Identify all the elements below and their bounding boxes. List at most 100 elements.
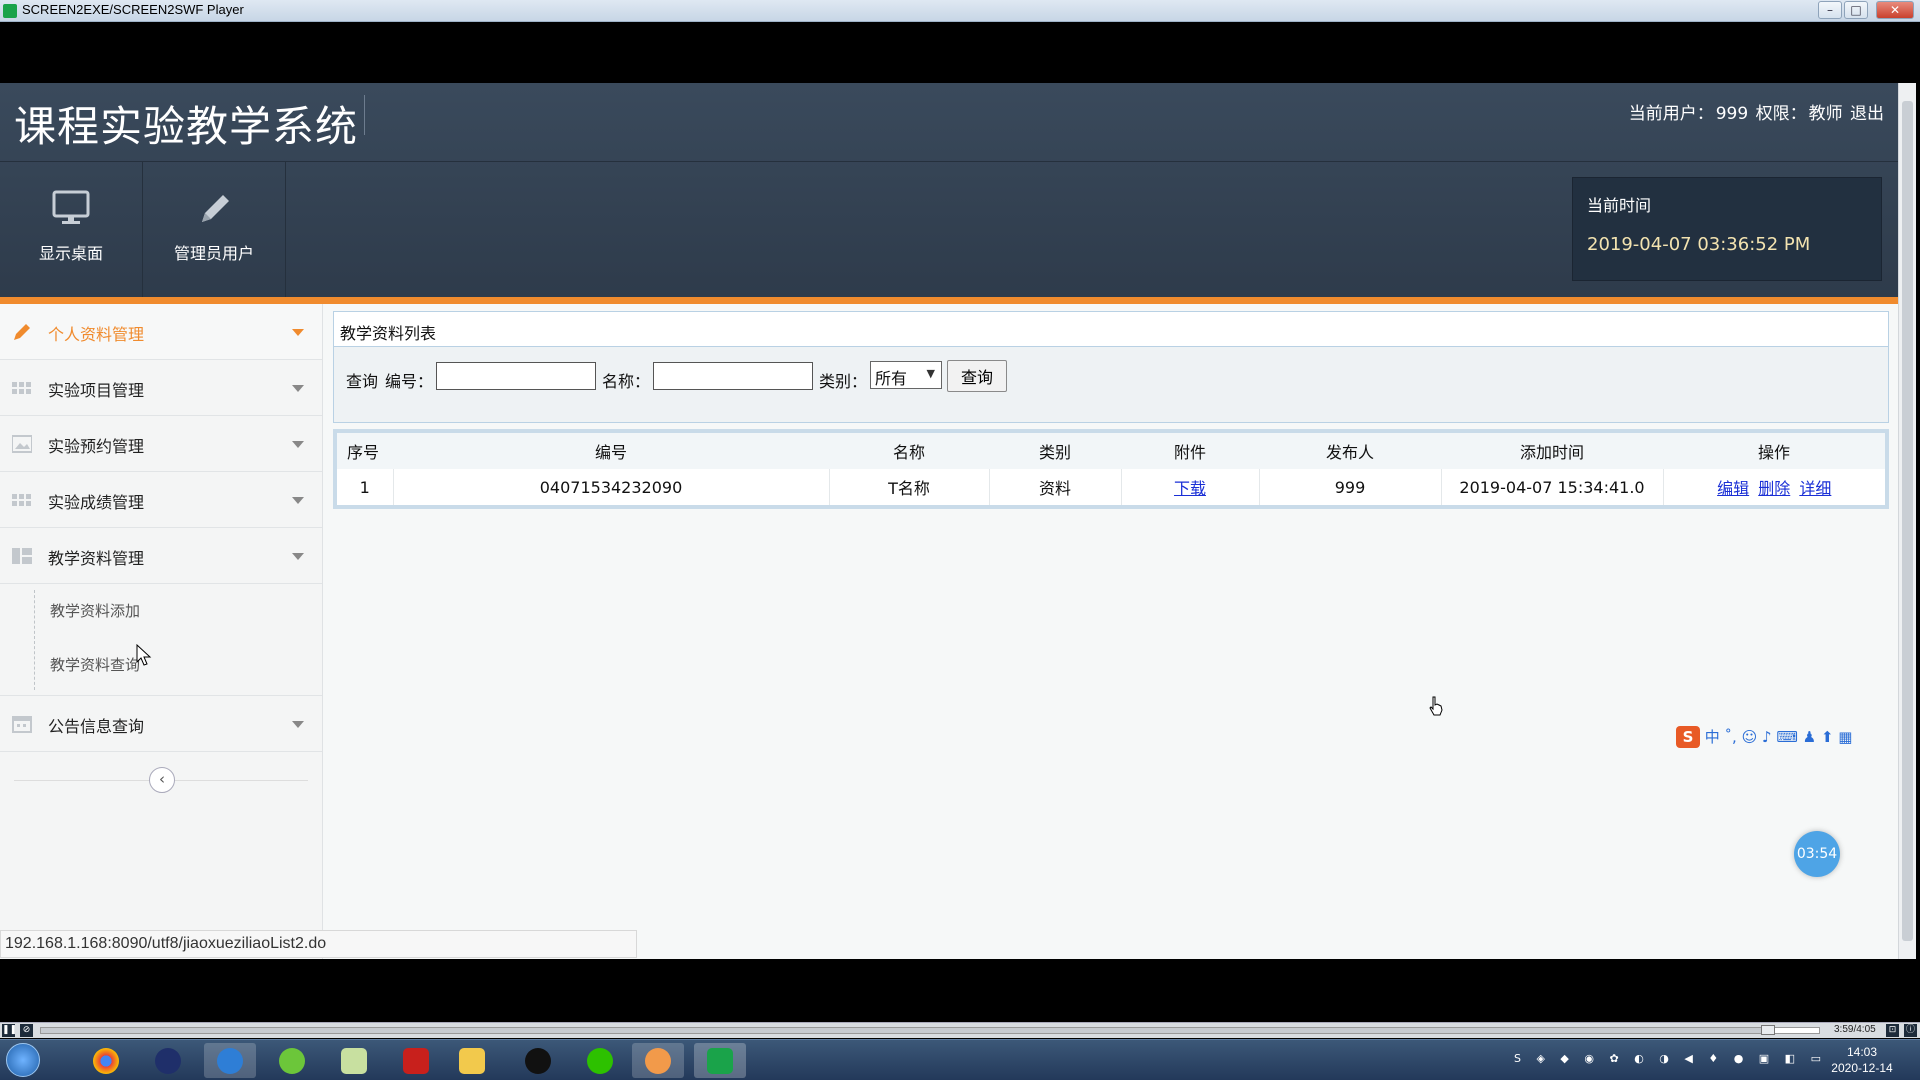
caret-down-icon: ▼ [926, 367, 935, 380]
detail-link[interactable]: 详细 [1799, 479, 1831, 498]
col-header-ops: 操作 [1663, 433, 1885, 469]
sidebar-item-label: 教学资料管理 [48, 549, 145, 568]
edit-link[interactable]: 编辑 [1717, 479, 1749, 498]
system-tray[interactable]: S ◈ ◆ ◉ ✿ ◐ ◑ ◀ ♦ ● ▣ ◧ ▭ [1514, 1052, 1827, 1065]
chevron-down-icon [292, 329, 304, 336]
seek-track[interactable] [40, 1027, 1820, 1034]
taskbar-browser[interactable] [204, 1043, 256, 1078]
sidebar-item-personal-profile[interactable]: 个人资料管理 [0, 304, 322, 360]
taskbar-explorer[interactable] [446, 1043, 498, 1078]
cell-code: 04071534232090 [392, 469, 829, 505]
maximize-button[interactable]: □ [1844, 1, 1868, 19]
ime-toolbar[interactable]: S 中 ˚, ☺ ♪ ⌨ ♟ ⬆ ▦ [1676, 726, 1888, 752]
window-title: SCREEN2EXE/SCREEN2SWF Player [22, 2, 244, 17]
pause-button[interactable]: ❚❚ [2, 1024, 17, 1037]
taskbar-notepad[interactable] [328, 1043, 380, 1078]
table-header-row: 序号 编号 名称 类别 附件 发布人 添加时间 操作 [337, 433, 1885, 469]
qq-icon [525, 1048, 551, 1074]
status-url: 192.168.1.168:8090/utf8/jiaoxueziliaoLis… [0, 930, 637, 958]
cell-attachment: 下载 [1120, 469, 1259, 505]
taskbar-app-4[interactable] [266, 1043, 318, 1078]
sidebar-item-label: 公告信息查询 [48, 717, 145, 736]
minimize-button[interactable]: – [1818, 1, 1842, 19]
col-header-code: 编号 [393, 433, 829, 469]
close-button[interactable]: ✕ [1876, 1, 1914, 19]
download-link[interactable]: 下载 [1174, 479, 1206, 498]
taskbar-app-2[interactable] [142, 1043, 194, 1078]
table-row: 1 04071534232090 T名称 资料 下载 999 2019-04-0… [337, 469, 1885, 505]
col-header-name: 名称 [829, 433, 989, 469]
seek-knob[interactable] [1761, 1025, 1775, 1035]
taskbar-screen2swf[interactable] [694, 1043, 746, 1078]
name-input[interactable] [653, 362, 813, 390]
taskbar-clock[interactable]: 14:03 2020-12-14 [1822, 1044, 1902, 1076]
sidebar-item-experiment-projects[interactable]: 实验项目管理 [0, 360, 322, 416]
app-icon [645, 1048, 671, 1074]
nav-admin-user[interactable]: 管理员用户 [143, 162, 286, 297]
vertical-scrollbar[interactable] [1898, 83, 1916, 959]
folder-icon [459, 1048, 485, 1074]
sidebar-item-experiment-grades[interactable]: 实验成绩管理 [0, 472, 322, 528]
sidebar-item-teaching-materials[interactable]: 教学资料管理 [0, 528, 322, 584]
col-header-type: 类别 [989, 433, 1121, 469]
delete-link[interactable]: 删除 [1758, 479, 1790, 498]
sidebar-collapse-button[interactable]: ‹ [149, 767, 175, 793]
sidebar-item-label: 实验预约管理 [48, 437, 145, 456]
timer-bubble[interactable]: 03:54 [1794, 831, 1840, 877]
scrollbar-thumb[interactable] [1902, 101, 1913, 941]
cell-index: 1 [359, 477, 370, 497]
code-label: 编号： [385, 372, 434, 391]
layout-icon [12, 548, 32, 564]
sidebar-item-experiment-booking[interactable]: 实验预约管理 [0, 416, 322, 472]
sidebar: 个人资料管理 实验项目管理 实验预约管理 实验成绩管理 教学资料管理 教学资料添… [0, 304, 323, 959]
grid-icon [12, 494, 31, 506]
arrow-cursor-icon [136, 644, 152, 666]
chevron-down-icon [292, 441, 304, 448]
code-input[interactable] [436, 362, 596, 390]
fullscreen-button[interactable]: ⊡ [1886, 1024, 1899, 1037]
current-time-box: 当前时间 2019-04-07 03:36:52 PM [1572, 177, 1882, 281]
taskbar-flash[interactable] [390, 1043, 442, 1078]
start-button[interactable] [6, 1043, 40, 1077]
nav-label: 管理员用户 [173, 244, 254, 263]
taskbar-chrome[interactable] [80, 1043, 132, 1078]
submenu-item-add-material[interactable]: 教学资料添加 [50, 600, 140, 621]
notepad-icon [341, 1048, 367, 1074]
player-time: 3:59/4:05 [1834, 1024, 1876, 1035]
taskbar-wechat[interactable] [574, 1043, 626, 1078]
sidebar-item-announcements[interactable]: 公告信息查询 [0, 696, 322, 752]
cell-added-time: 2019-04-07 15:34:41.0 [1440, 469, 1663, 505]
player-controls: ❚❚ ⊘ 3:59/4:05 ⊡ ⓘ [0, 1022, 1920, 1038]
submenu-item-query-material[interactable]: 教学资料查询 [50, 654, 140, 675]
materials-table: 序号 编号 名称 类别 附件 发布人 添加时间 操作 1 04071534232… [337, 433, 1885, 505]
col-header-added-time: 添加时间 [1441, 433, 1663, 469]
chrome-icon [93, 1048, 119, 1074]
taskbar-qq[interactable] [512, 1043, 564, 1078]
ime-items: 中 ˚, ☺ ♪ ⌨ ♟ ⬆ ▦ [1704, 728, 1853, 746]
role-label: 权限： [1755, 104, 1807, 124]
player-logo-icon [3, 4, 17, 18]
seek-progress [41, 1028, 1766, 1033]
taskbar-app-10[interactable] [632, 1043, 684, 1078]
info-button[interactable]: ⓘ [1904, 1024, 1917, 1037]
stop-button[interactable]: ⊘ [20, 1024, 33, 1037]
app-icon [279, 1048, 305, 1074]
calendar-icon [12, 716, 32, 733]
pencil-icon [14, 324, 30, 340]
nav-show-desktop[interactable]: 显示桌面 [0, 162, 143, 297]
app-header: 课程实验教学系统 当前用户： 999 权限： 教师 退出 显示桌面 管理员用户 当前… [0, 83, 1898, 297]
clock-time: 14:03 [1846, 1045, 1878, 1059]
type-select[interactable]: 所有 ▼ [870, 361, 942, 389]
logout-link[interactable]: 退出 [1850, 104, 1884, 124]
main-content: 教学资料列表 查询 编号： 名称： 类别： 所有 ▼ 查询 序号 编号 名称 类… [333, 311, 1889, 509]
cell-type: 资料 [988, 469, 1121, 505]
cell-ops: 编辑 删除 详细 [1662, 469, 1885, 505]
grid-icon [12, 382, 31, 394]
monitor-icon [52, 190, 90, 224]
flash-icon [403, 1048, 429, 1074]
search-button[interactable]: 查询 [947, 360, 1007, 392]
col-header-index: 序号 [337, 433, 393, 469]
nav-label: 显示桌面 [38, 244, 103, 263]
app-icon [155, 1048, 181, 1074]
clock-date: 2020-12-14 [1831, 1061, 1893, 1075]
